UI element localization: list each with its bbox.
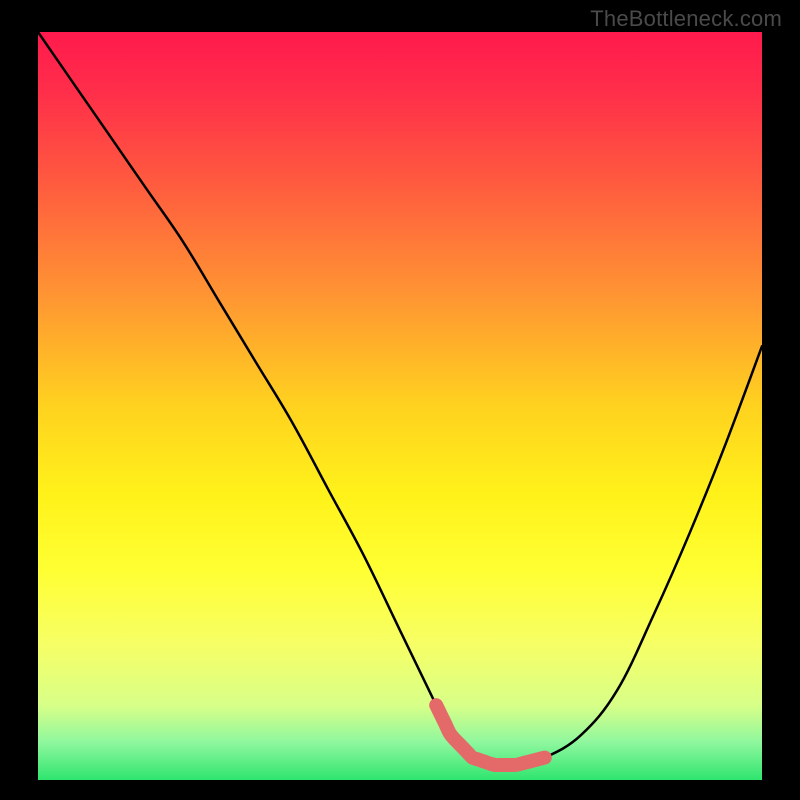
bottleneck-chart xyxy=(0,0,800,800)
gradient-background xyxy=(38,32,762,780)
watermark-text: TheBottleneck.com xyxy=(590,6,782,32)
chart-frame: TheBottleneck.com xyxy=(0,0,800,800)
